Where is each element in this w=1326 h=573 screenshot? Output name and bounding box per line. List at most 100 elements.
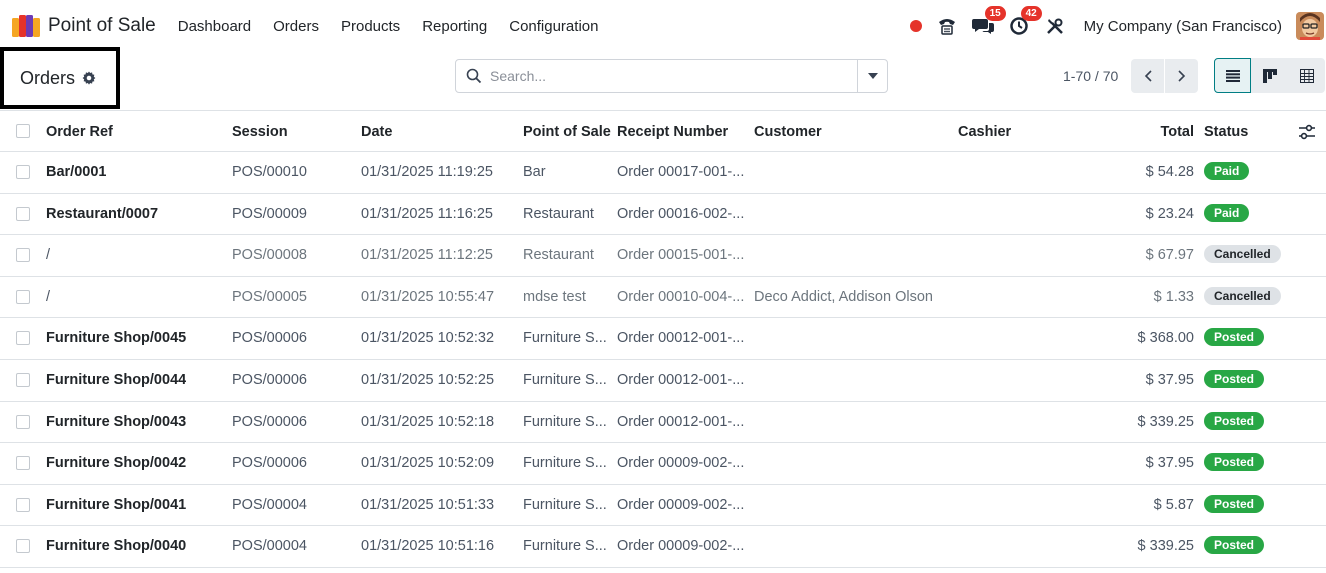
main-menu: Dashboard Orders Products Reporting Conf…: [167, 18, 610, 35]
cell-point-of-sale: mdse test: [523, 288, 586, 305]
status-badge: Paid: [1204, 162, 1250, 180]
cell-total: $ 67.97: [1145, 247, 1194, 264]
status-badge: Cancelled: [1204, 286, 1281, 305]
optional-columns-icon[interactable]: [1298, 124, 1316, 140]
activities-clock-icon[interactable]: 42: [1008, 6, 1042, 37]
table-row[interactable]: Furniture Shop/0042 POS/00006 01/31/2025 1…: [0, 443, 1326, 485]
col-customer[interactable]: Customer: [754, 124, 822, 140]
kanban-view-button[interactable]: [1251, 58, 1288, 93]
cell-order-ref: Furniture Shop/0044: [46, 371, 187, 388]
select-all-checkbox[interactable]: [16, 124, 30, 138]
table-row[interactable]: Furniture Shop/0043 POS/00006 01/31/2025 1…: [0, 402, 1326, 444]
table-row[interactable]: Restaurant/0007 POS/00009 01/31/2025 11:16…: [0, 194, 1326, 236]
cell-date: 01/31/2025 10:51:33: [361, 496, 495, 513]
cell-receipt-number: Order 00009-002-...: [617, 538, 745, 555]
top-navbar: Point of Sale Dashboard Orders Products …: [0, 0, 1326, 52]
cell-point-of-sale: Furniture S...: [523, 330, 607, 347]
pager-previous-button[interactable]: [1131, 59, 1164, 93]
cell-session: POS/00006: [232, 413, 307, 430]
row-checkbox[interactable]: [16, 206, 30, 221]
chevron-right-icon: [1177, 70, 1185, 82]
row-checkbox[interactable]: [16, 289, 30, 304]
table-row[interactable]: Furniture Shop/0041 POS/00004 01/31/2025 1…: [0, 485, 1326, 527]
row-checkbox[interactable]: [16, 414, 30, 429]
row-checkbox[interactable]: [16, 539, 30, 554]
row-checkbox[interactable]: [16, 331, 30, 346]
cell-date: 01/31/2025 10:52:32: [361, 330, 495, 347]
cell-receipt-number: Order 00012-001-...: [617, 371, 745, 388]
cell-receipt-number: Order 00009-002-...: [617, 455, 745, 472]
phone-icon[interactable]: [936, 15, 958, 37]
table-row[interactable]: Furniture Shop/0045 POS/00006 01/31/2025 1…: [0, 318, 1326, 360]
cell-order-ref: Bar/0001: [46, 164, 107, 180]
cell-session: POS/00004: [232, 496, 307, 513]
status-badge: Posted: [1204, 328, 1265, 347]
row-checkbox[interactable]: [16, 372, 30, 387]
table-row[interactable]: Bar/0001 POS/00010 01/31/2025 11:19:25 Bar O…: [0, 152, 1326, 194]
menu-dashboard[interactable]: Dashboard: [167, 18, 262, 35]
pivot-view-button[interactable]: [1288, 58, 1325, 93]
cell-total: $ 5.87: [1153, 496, 1194, 513]
pos-app-icon: [12, 15, 40, 37]
cell-order-ref: /: [46, 247, 51, 264]
col-status[interactable]: Status: [1204, 124, 1248, 140]
cell-date: 01/31/2025 10:52:09: [361, 455, 495, 472]
breadcrumb: Orders: [0, 47, 120, 109]
pager-value[interactable]: 1-70 / 70: [1063, 68, 1118, 84]
cell-order-ref: Furniture Shop/0041: [46, 496, 187, 513]
table-row[interactable]: Furniture Shop/0040 POS/00004 01/31/2025 1…: [0, 526, 1326, 568]
list-view-button[interactable]: [1214, 58, 1251, 93]
orders-table: Order Ref Session Date Point of Sale Rec…: [0, 110, 1326, 568]
table-row[interactable]: / POS/00008 01/31/2025 11:12:25 Restaurant O…: [0, 235, 1326, 277]
cell-total: $ 339.25: [1137, 538, 1194, 555]
table-row[interactable]: / POS/00005 01/31/2025 10:55:47 mdse test Or…: [0, 277, 1326, 319]
col-receipt-number[interactable]: Receipt Number: [617, 124, 728, 140]
pager-next-button[interactable]: [1165, 59, 1198, 93]
search-input[interactable]: [490, 68, 857, 84]
cell-date: 01/31/2025 10:52:25: [361, 371, 495, 388]
menu-orders[interactable]: Orders: [262, 18, 330, 35]
status-badge: Posted: [1204, 411, 1265, 430]
user-avatar[interactable]: [1296, 12, 1324, 40]
row-checkbox[interactable]: [16, 248, 30, 263]
cell-receipt-number: Order 00012-001-...: [617, 413, 745, 430]
pager-buttons: [1131, 59, 1198, 93]
cell-session: POS/00006: [232, 371, 307, 388]
app-brand[interactable]: Point of Sale: [12, 15, 156, 37]
col-total[interactable]: Total: [1114, 124, 1194, 140]
view-switcher: [1214, 58, 1325, 93]
cell-point-of-sale: Restaurant: [523, 247, 594, 264]
gear-icon[interactable]: [82, 71, 96, 85]
table-view-icon: [1299, 68, 1314, 83]
status-badge: Posted: [1204, 453, 1265, 472]
cell-order-ref: Furniture Shop/0045: [46, 330, 187, 347]
col-point-of-sale[interactable]: Point of Sale: [523, 124, 611, 140]
status-badge: Posted: [1204, 494, 1265, 513]
cell-session: POS/00010: [232, 164, 307, 180]
cell-point-of-sale: Bar: [523, 164, 546, 180]
menu-reporting[interactable]: Reporting: [411, 18, 498, 35]
menu-configuration[interactable]: Configuration: [498, 18, 609, 35]
row-checkbox[interactable]: [16, 456, 30, 471]
row-checkbox[interactable]: [16, 165, 30, 179]
col-date[interactable]: Date: [361, 124, 392, 140]
status-badge: Paid: [1204, 203, 1250, 222]
tools-icon[interactable]: [1044, 15, 1066, 37]
col-cashier[interactable]: Cashier: [958, 124, 1011, 140]
recording-status-icon[interactable]: [909, 20, 922, 32]
cell-order-ref: Restaurant/0007: [46, 205, 159, 222]
table-row[interactable]: Furniture Shop/0044 POS/00006 01/31/2025 1…: [0, 360, 1326, 402]
messages-icon[interactable]: 15: [971, 6, 1006, 37]
list-view-icon: [1225, 69, 1240, 82]
row-checkbox[interactable]: [16, 497, 30, 512]
col-session[interactable]: Session: [232, 124, 288, 140]
search-options-toggle[interactable]: [857, 60, 887, 92]
cell-total: $ 37.95: [1145, 371, 1194, 388]
cell-point-of-sale: Furniture S...: [523, 455, 607, 472]
menu-products[interactable]: Products: [330, 18, 411, 35]
company-switcher[interactable]: My Company (San Francisco): [1084, 18, 1282, 35]
cell-receipt-number: Order 00009-002-...: [617, 496, 745, 513]
cell-date: 01/31/2025 11:16:25: [361, 205, 493, 222]
search-icon: [466, 68, 482, 84]
col-order-ref[interactable]: Order Ref: [46, 124, 113, 140]
